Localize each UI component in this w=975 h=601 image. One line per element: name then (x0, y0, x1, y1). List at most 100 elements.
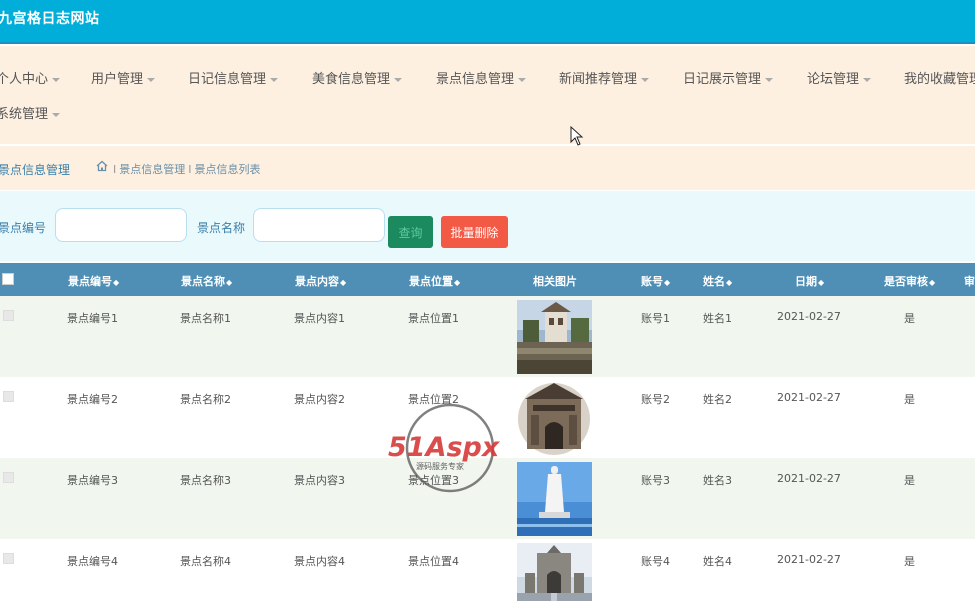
menu-item-label: 我的收藏管理 (904, 72, 975, 87)
query-button[interactable]: 查询 (388, 216, 433, 248)
watermark-logo: 51Aspx 源码服务专家 (388, 403, 501, 493)
menu-item-label: 用户管理 (91, 72, 144, 87)
menu-item-personal-center[interactable]: 个人中心 (0, 68, 61, 87)
column-header-date[interactable]: 日期◆ (795, 273, 824, 289)
cell-name: 景点名称2 (180, 393, 231, 406)
column-header-label: 姓名 (703, 275, 725, 288)
caret-down-icon (52, 112, 61, 117)
cell-reviewed: 是 (904, 312, 915, 325)
batch-delete-button[interactable]: 批量删除 (441, 216, 508, 248)
row-checkbox[interactable] (3, 391, 14, 402)
landmark-photo-arch (517, 543, 592, 601)
caret-down-icon (52, 77, 61, 82)
table-row: 景点编号4 景点名称4 景点内容4 景点位置4 账号4 姓名4 2021-02-… (0, 539, 975, 601)
column-header-account[interactable]: 账号◆ (641, 273, 670, 289)
menu-item-label: 论坛管理 (807, 72, 860, 87)
menu-item-label: 个人中心 (0, 72, 49, 87)
landmark-photo-gate (517, 381, 592, 455)
cell-reviewed: 是 (904, 393, 915, 406)
cell-account: 账号2 (641, 393, 670, 406)
menu-item-label: 新闻推荐管理 (559, 72, 638, 87)
caret-down-icon (641, 77, 650, 82)
row-checkbox[interactable] (3, 553, 14, 564)
sort-icon: ◆ (929, 278, 936, 287)
row-checkbox[interactable] (3, 472, 14, 483)
section-title: 景点信息管理 (0, 163, 71, 177)
row-checkbox[interactable] (3, 310, 14, 321)
scenic-code-input[interactable] (55, 208, 187, 242)
caret-down-icon (863, 77, 872, 82)
menu-item-favorites-management[interactable]: 我的收藏管理 (904, 68, 975, 87)
cell-person: 姓名2 (703, 393, 732, 406)
select-all-checkbox[interactable] (2, 273, 14, 285)
menu-item-diary-management[interactable]: 日记信息管理 (188, 68, 279, 87)
top-header: 九宫格日志网站 (0, 0, 975, 44)
cell-code: 景点编号1 (67, 312, 118, 325)
search-bar: 景点编号 景点名称 查询 批量删除 (0, 191, 975, 261)
column-header-person[interactable]: 姓名◆ (703, 273, 732, 289)
cell-name: 景点名称1 (180, 312, 231, 325)
menu-item-news-management[interactable]: 新闻推荐管理 (559, 68, 650, 87)
menu-item-system-management[interactable]: 系统管理 (0, 103, 61, 122)
table-row: 景点编号1 景点名称1 景点内容1 景点位置1 账号1 姓名1 2021-02-… (0, 296, 975, 377)
scenic-code-label: 景点编号 (0, 221, 47, 235)
app-root: 九宫格日志网站 个人中心 用户管理 日记信息管理 美食信息管理 景点信息管理 新… (0, 0, 975, 601)
cell-date: 2021-02-27 (777, 553, 841, 566)
menu-item-scenic-management[interactable]: 景点信息管理 (436, 68, 527, 87)
column-header-code[interactable]: 景点编号◆ (68, 273, 119, 289)
cell-person: 姓名3 (703, 474, 732, 487)
caret-down-icon (394, 77, 403, 82)
cell-date: 2021-02-27 (777, 391, 841, 404)
column-header-label: 景点内容 (295, 275, 339, 288)
menu-item-label: 景点信息管理 (436, 72, 515, 87)
menu-item-food-management[interactable]: 美食信息管理 (312, 68, 403, 87)
sort-icon: ◆ (454, 278, 461, 287)
cell-content: 景点内容3 (294, 474, 345, 487)
sort-icon: ◆ (113, 278, 120, 287)
menu-item-label: 美食信息管理 (312, 72, 391, 87)
sort-icon: ◆ (340, 278, 347, 287)
cell-person: 姓名1 (703, 312, 732, 325)
scenic-name-input[interactable] (253, 208, 385, 242)
home-icon[interactable] (96, 160, 108, 172)
cell-account: 账号3 (641, 474, 670, 487)
cell-account: 账号4 (641, 555, 670, 568)
menu-item-diary-display[interactable]: 日记展示管理 (683, 68, 774, 87)
cell-content: 景点内容4 (294, 555, 345, 568)
column-header-label: 日期 (795, 275, 817, 288)
column-header-label: 景点名称 (181, 275, 225, 288)
menu-item-label: 日记信息管理 (188, 72, 267, 87)
cell-name: 景点名称3 (180, 474, 231, 487)
main-menu: 个人中心 用户管理 日记信息管理 美食信息管理 景点信息管理 新闻推荐管理 日记… (0, 46, 975, 144)
breadcrumb-separator: I (188, 163, 192, 176)
column-header-label: 景点位置 (409, 275, 453, 288)
column-header-reviewed[interactable]: 是否审核◆ (884, 273, 935, 289)
breadcrumb: I 景点信息管理 I 景点信息列表 (110, 161, 261, 177)
landmark-photo-tower (517, 300, 592, 374)
column-header-name[interactable]: 景点名称◆ (181, 273, 232, 289)
sort-icon: ◆ (226, 278, 233, 287)
caret-down-icon (147, 77, 156, 82)
column-header-content[interactable]: 景点内容◆ (295, 273, 346, 289)
sort-icon: ◆ (818, 278, 825, 287)
menu-item-label: 系统管理 (0, 107, 49, 122)
scenic-name-label: 景点名称 (197, 221, 246, 235)
sort-icon: ◆ (726, 278, 733, 287)
landmark-photo-statue (517, 462, 592, 536)
cell-content: 景点内容2 (294, 393, 345, 406)
watermark-brand-51: 51Aspx (388, 432, 501, 463)
site-title: 九宫格日志网站 (0, 11, 100, 27)
table-header: 景点编号◆ 景点名称◆ 景点内容◆ 景点位置◆ 相关图片 账号◆ 姓名◆ 日期◆… (0, 263, 975, 296)
column-header-label: 景点编号 (68, 275, 112, 288)
caret-down-icon (518, 77, 527, 82)
column-header-location[interactable]: 景点位置◆ (409, 273, 460, 289)
cell-code: 景点编号4 (67, 555, 118, 568)
mouse-pointer-icon (570, 126, 584, 146)
cell-account: 账号1 (641, 312, 670, 325)
breadcrumb-bar: 景点信息管理 I 景点信息管理 I 景点信息列表 (0, 146, 975, 190)
menu-item-user-management[interactable]: 用户管理 (91, 68, 156, 87)
menu-item-forum-management[interactable]: 论坛管理 (807, 68, 872, 87)
breadcrumb-link-scenic[interactable]: 景点信息管理 (119, 163, 185, 176)
column-header-label: 账号 (641, 275, 663, 288)
cell-location: 景点位置4 (408, 555, 459, 568)
